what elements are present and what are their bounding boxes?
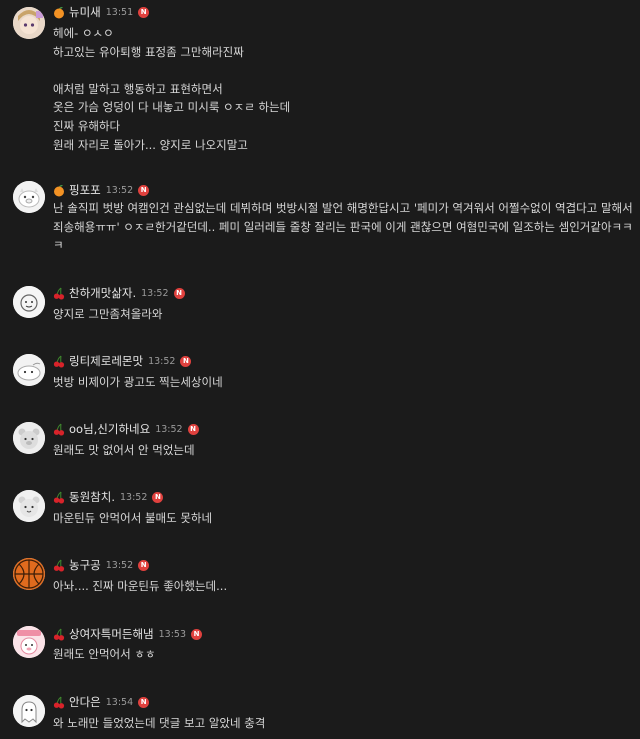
- avatar[interactable]: [13, 7, 45, 39]
- comment-body: 원래도 안먹어서 ㅎㅎ: [53, 645, 633, 664]
- comment-body: 난 솔직피 벗방 여캠인건 관심없는데 데뷔하며 벗방시절 발언 해명한답시고 …: [53, 199, 633, 255]
- comment-body: 양지로 그만좀쳐올라와: [53, 305, 633, 324]
- cherry-badge-icon: [53, 628, 65, 641]
- author-name[interactable]: 핑포포: [69, 182, 101, 198]
- comment-line: 애처럼 말하고 행동하고 표현하면서: [53, 81, 223, 96]
- timestamp: 13:53: [158, 628, 187, 640]
- comment-header: 핑포포 13:52 N: [53, 182, 150, 198]
- avatar[interactable]: [13, 490, 45, 522]
- comment-line: 와 노래만 들었었는데 댓글 보고 알았네 충격: [53, 716, 266, 730]
- orange-badge-icon: [53, 6, 65, 19]
- comment-header: 동원참치. 13:52 N: [53, 489, 164, 505]
- avatar[interactable]: [13, 181, 45, 213]
- avatar[interactable]: [13, 695, 45, 727]
- comment-line: 헤에- ㅇㅅㅇ: [53, 26, 114, 40]
- timestamp: 13:52: [155, 423, 183, 435]
- author-name[interactable]: 안다은: [69, 694, 101, 710]
- comment-header: 찬하개맛삶자. 13:52 N: [53, 285, 185, 301]
- cherry-badge-icon: [53, 559, 65, 572]
- author-name[interactable]: 동원참치.: [69, 489, 115, 505]
- new-badge-icon: N: [138, 6, 150, 18]
- comment-line: 벗방 비제이가 광고도 찍는세상이네: [53, 375, 223, 389]
- comment-line: [53, 61, 633, 80]
- comment-line: 옷은 가슴 엉덩이 다 내놓고 미시룩 ㅇㅈㄹ 하는데: [53, 100, 291, 115]
- comment-line: 마운틴듀 안먹어서 불매도 못하네: [53, 511, 213, 525]
- cherry-badge-icon: [53, 491, 65, 504]
- timestamp: 13:52: [105, 559, 134, 571]
- comment-line: 원래도 맛 없어서 안 먹었는데: [53, 443, 195, 457]
- comment-header: oo님,신기하네요 13:52 N: [53, 421, 199, 437]
- comment-line: 양지로 그만좀쳐올라와: [53, 307, 163, 321]
- cherry-badge-icon: [53, 355, 65, 368]
- new-badge-icon: N: [152, 491, 164, 503]
- new-badge-icon: N: [187, 423, 199, 435]
- cherry-badge-icon: [53, 696, 65, 709]
- new-badge-icon: N: [138, 696, 150, 708]
- comment-line: 하고있는 유아퇴행 표정좀 그만해라진짜: [53, 44, 244, 59]
- comment-body: 벗방 비제이가 광고도 찍는세상이네: [53, 373, 633, 392]
- author-name[interactable]: 농구공: [69, 557, 101, 573]
- avatar[interactable]: [13, 286, 45, 318]
- comment-line: 원래도 안먹어서 ㅎㅎ: [53, 647, 156, 661]
- comment-line: 아놔.... 진짜 마운틴듀 좋아했는데...: [53, 579, 228, 593]
- comment-header: 링티제로레몬맛 13:52 N: [53, 353, 192, 369]
- timestamp: 13:51: [105, 6, 134, 18]
- cherry-badge-icon: [53, 423, 65, 436]
- author-name[interactable]: 상여자특머든해냄: [69, 626, 154, 642]
- author-name[interactable]: 링티제로레몬맛: [69, 353, 143, 369]
- new-badge-icon: N: [173, 287, 185, 299]
- new-badge-icon: N: [191, 628, 203, 640]
- comment-line: 난 솔직피 벗방 여캠인건 관심없는데 데뷔하며 벗방시절 발언 해명한답시고 …: [53, 201, 633, 253]
- avatar[interactable]: [13, 354, 45, 386]
- comment-header: 뉴미새 13:51 N: [53, 4, 150, 20]
- timestamp: 13:52: [119, 491, 148, 503]
- author-name[interactable]: 뉴미새: [69, 4, 101, 20]
- avatar[interactable]: [13, 558, 45, 590]
- timestamp: 13:52: [148, 355, 176, 367]
- comment-body: 원래도 맛 없어서 안 먹었는데: [53, 441, 633, 460]
- comment-line: 원래 자리로 돌아가... 양지로 나오지말고: [53, 137, 248, 152]
- avatar[interactable]: [13, 422, 45, 454]
- timestamp: 13:54: [105, 696, 134, 708]
- timestamp: 13:52: [105, 184, 134, 196]
- author-name[interactable]: 찬하개맛삶자.: [69, 285, 136, 301]
- new-badge-icon: N: [138, 559, 150, 571]
- comment-header: 상여자특머든해냄 13:53 N: [53, 626, 203, 642]
- timestamp: 13:52: [141, 287, 169, 299]
- new-badge-icon: N: [138, 184, 150, 196]
- new-badge-icon: N: [180, 355, 192, 367]
- orange-badge-icon: [53, 184, 65, 197]
- comment-body: 와 노래만 들었었는데 댓글 보고 알았네 충격: [53, 714, 633, 733]
- comment-body: 마운틴듀 안먹어서 불매도 못하네: [53, 509, 633, 528]
- comment-line: 진짜 유해하다: [53, 118, 121, 133]
- author-name[interactable]: oo님,신기하네요: [69, 421, 150, 437]
- avatar[interactable]: [13, 626, 45, 658]
- comment-feed: 뉴미새 13:51 N 헤에- ㅇㅅㅇ 하고있는 유아퇴행 표정좀 그만해라진짜애처럼 …: [0, 0, 640, 739]
- comment-header: 농구공 13:52 N: [53, 557, 150, 573]
- comment-header: 안다은 13:54 N: [53, 694, 150, 710]
- comment-body: 헤에- ㅇㅅㅇ 하고있는 유아퇴행 표정좀 그만해라진짜애처럼 말하고 행동하고 …: [53, 24, 633, 154]
- cherry-badge-icon: [53, 287, 65, 300]
- comment-body: 아놔.... 진짜 마운틴듀 좋아했는데...: [53, 577, 633, 596]
